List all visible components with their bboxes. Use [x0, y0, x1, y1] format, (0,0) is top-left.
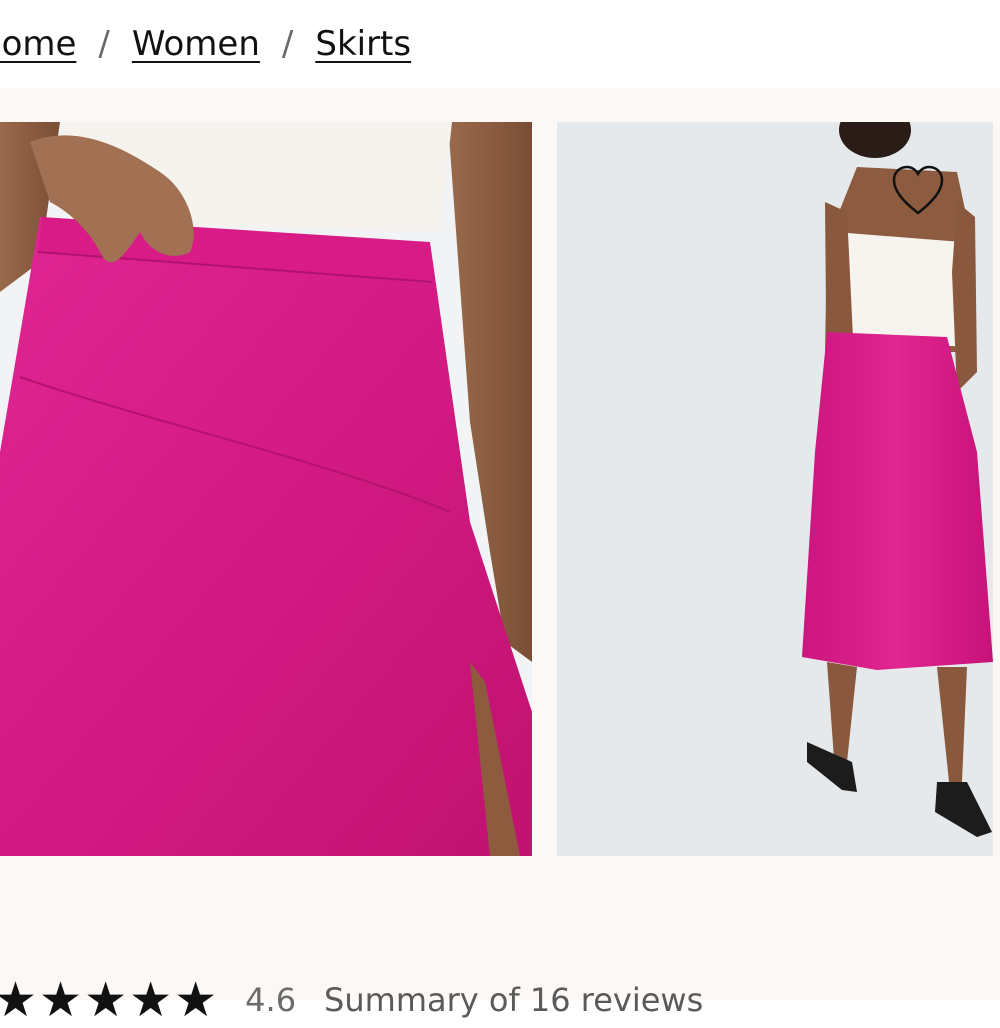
- star-icon: ★: [0, 972, 38, 1028]
- star-icon: ★: [174, 972, 218, 1028]
- star-rating: ★ ★ ★ ★ ★: [0, 972, 219, 1028]
- breadcrumb-bar: Home / Women / Skirts: [0, 0, 1000, 88]
- breadcrumb: Home / Women / Skirts: [0, 24, 411, 64]
- product-image-back[interactable]: [557, 122, 993, 856]
- breadcrumb-skirts-link[interactable]: Skirts: [315, 24, 411, 64]
- breadcrumb-separator: /: [281, 24, 294, 64]
- rating-value: 4.6: [245, 981, 297, 1019]
- heart-outline-icon[interactable]: [890, 163, 946, 217]
- star-icon: ★: [39, 972, 83, 1028]
- breadcrumb-home-link[interactable]: Home: [0, 24, 76, 64]
- reviews-summary-link[interactable]: Summary of 16 reviews: [324, 981, 703, 1019]
- star-icon: ★: [129, 972, 173, 1028]
- star-icon: ★: [84, 972, 128, 1028]
- reviews-summary-row: ★ ★ ★ ★ ★ 4.6 Summary of 16 reviews: [0, 972, 703, 1028]
- product-image-front[interactable]: [0, 122, 532, 856]
- breadcrumb-separator: /: [98, 24, 110, 64]
- breadcrumb-women-link[interactable]: Women: [132, 24, 260, 64]
